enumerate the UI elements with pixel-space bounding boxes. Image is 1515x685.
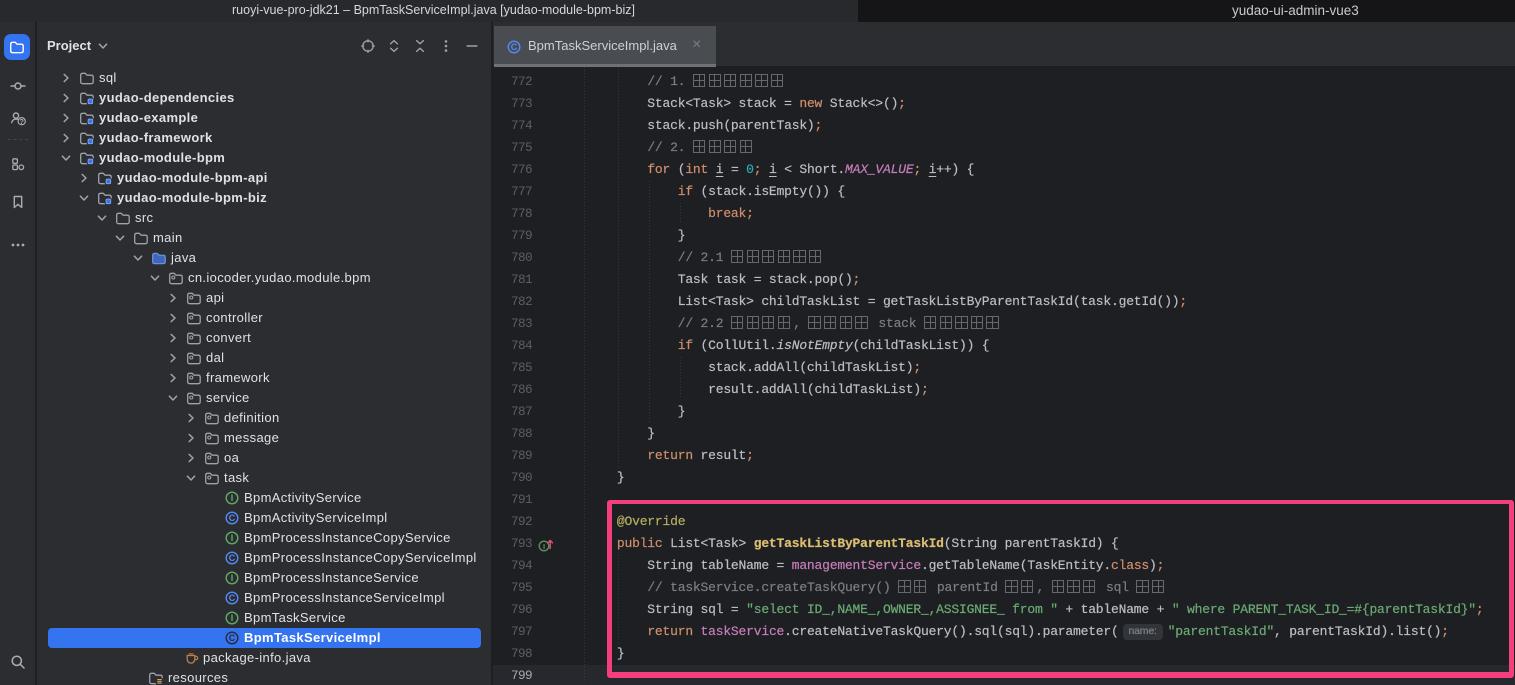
svg-text:I: I (543, 542, 545, 551)
svg-text:C: C (511, 42, 518, 52)
